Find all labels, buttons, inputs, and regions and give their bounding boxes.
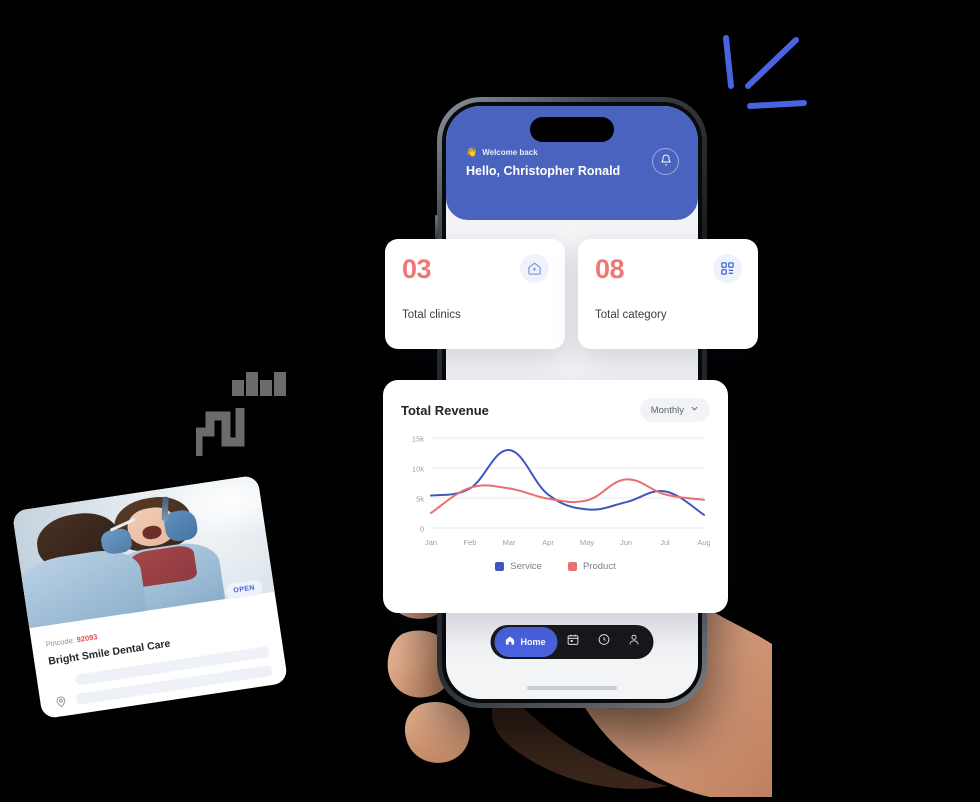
legend-swatch (495, 562, 505, 571)
pincode-value: 92093 (76, 632, 99, 645)
x-axis-tick-label: May (580, 538, 594, 547)
mute-switch[interactable] (435, 215, 438, 241)
y-axis-tick-label: 0 (420, 524, 424, 533)
y-axis-tick-label: 10k (412, 464, 424, 473)
y-axis-tick-label: 5k (416, 494, 424, 503)
legend-label: Service (510, 561, 542, 572)
calendar-icon (566, 633, 579, 651)
app-header: 👋 Welcome back Hello, Christopher Ronald (446, 106, 698, 220)
clinic-card[interactable]: OPEN Pincode: 92093 Bright Smile Dental … (11, 474, 289, 720)
x-axis-tick-label: Jun (620, 538, 632, 547)
nav-item-calendar[interactable] (558, 633, 589, 651)
stat-card-clinics[interactable]: 03 Total clinics (385, 239, 565, 349)
clinic-house-icon (520, 254, 549, 283)
zigzag-line-glyph-icon (196, 398, 258, 460)
stat-label: Total category (595, 309, 667, 321)
home-icon (505, 633, 516, 651)
bottom-navigation[interactable]: Home (490, 625, 654, 659)
nav-item-history[interactable] (588, 633, 619, 651)
period-select-label: Monthly (650, 404, 684, 416)
nav-home-label: Home (520, 637, 546, 647)
welcome-text: Welcome back (482, 148, 538, 157)
stat-card-category[interactable]: 08 Total category (578, 239, 758, 349)
composition-stage: OPEN Pincode: 92093 Bright Smile Dental … (0, 0, 980, 802)
bar-chart-glyph-icon (232, 372, 290, 396)
legend-item-product: Product (567, 561, 616, 572)
notification-button[interactable] (652, 148, 679, 175)
revenue-title: Total Revenue (401, 402, 489, 418)
x-axis-tick-label: Apr (542, 538, 554, 547)
legend-item-service: Service (495, 561, 542, 572)
waving-hand-icon: 👋 (466, 147, 478, 157)
growth-chart-line-art-icon (718, 32, 810, 114)
nav-item-home[interactable]: Home (494, 627, 558, 657)
revenue-header: Total Revenue Monthly (401, 398, 710, 422)
history-clock-icon (597, 633, 610, 651)
grid-category-icon (713, 254, 742, 283)
series-line-service (430, 448, 705, 516)
x-axis-tick-label: Aug (697, 538, 710, 547)
x-axis-tick-label: Feb (464, 538, 477, 547)
location-pin-icon (54, 694, 69, 709)
stats-row: 03 Total clinics 08 Total category (385, 239, 759, 349)
legend-label: Product (582, 561, 616, 572)
x-axis-tick-label: Mar (503, 538, 516, 547)
dynamic-island (530, 117, 614, 142)
chart-legend: Service Product (401, 561, 710, 572)
welcome-row: 👋 Welcome back (466, 147, 678, 158)
bell-icon (660, 153, 672, 171)
y-axis-tick-label: 15k (412, 434, 424, 443)
period-select[interactable]: Monthly (639, 398, 710, 422)
legend-swatch (567, 562, 577, 571)
x-axis-tick-label: Jan (425, 538, 437, 547)
x-axis-tick-label: Jul (660, 538, 670, 547)
person-icon (628, 633, 641, 651)
phone-icon (57, 714, 72, 720)
nav-item-profile[interactable] (619, 633, 650, 651)
revenue-card: Total Revenue Monthly 0 5k 10k 15k Jan Feb Mar… (383, 380, 728, 613)
pincode-label: Pincode: (45, 635, 76, 649)
stat-label: Total clinics (402, 309, 461, 321)
revenue-chart: 0 5k 10k 15k Jan Feb Mar Apr May Jun Jul Aug (401, 432, 710, 554)
chevron-down-icon (690, 404, 699, 416)
home-indicator (527, 686, 617, 690)
series-line-product (430, 478, 705, 514)
greeting-text: Hello, Christopher Ronald (466, 164, 621, 178)
